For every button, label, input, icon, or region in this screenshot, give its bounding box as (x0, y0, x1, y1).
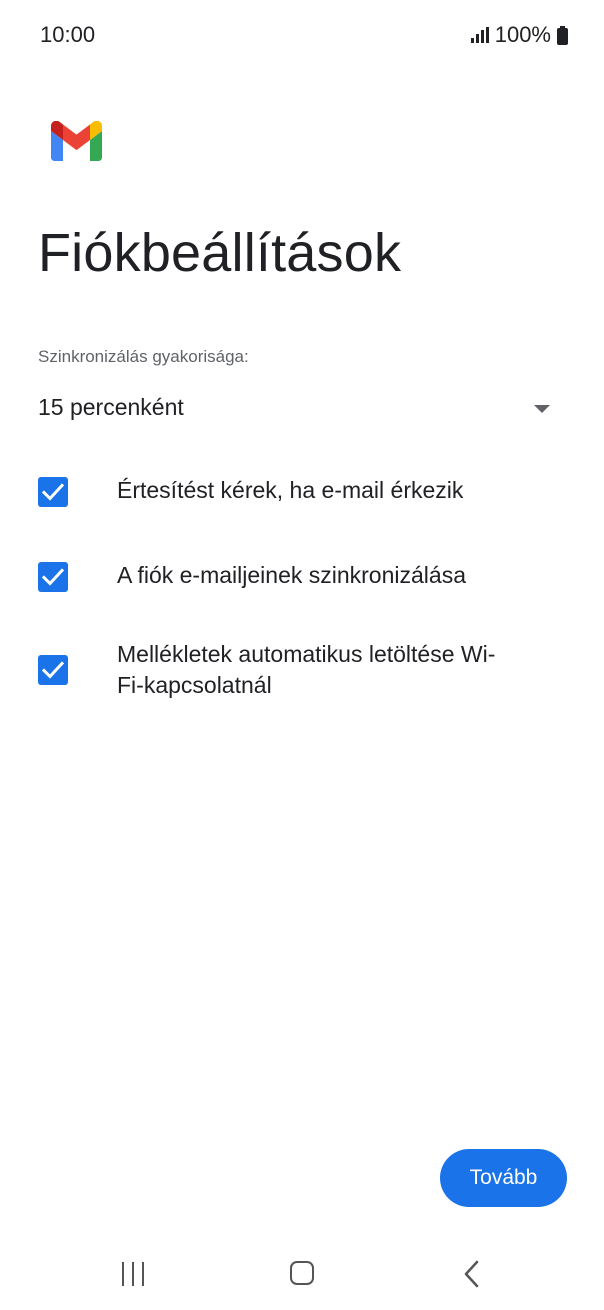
checkbox-notify-new-email[interactable] (38, 477, 68, 507)
sync-frequency-dropdown[interactable]: 15 percenként (38, 388, 554, 432)
checkmark-icon (42, 483, 64, 501)
option-label: Értesítést kérek, ha e-mail érkezik (117, 477, 464, 503)
option-notify-new-email[interactable]: Értesítést kérek, ha e-mail érkezik (38, 475, 558, 509)
recents-button[interactable] (93, 1240, 173, 1310)
next-button[interactable]: Tovább (440, 1149, 567, 1207)
battery-full-icon (557, 25, 568, 45)
home-button[interactable] (262, 1240, 342, 1310)
home-icon (290, 1261, 314, 1285)
status-bar: 10:00 100% (0, 0, 604, 70)
option-sync-account-email[interactable]: A fiók e-mailjeinek szinkronizálása (38, 560, 558, 594)
sync-frequency-value: 15 percenként (38, 394, 184, 420)
checkbox-auto-download-attachments[interactable] (38, 655, 68, 685)
sync-frequency-label: Szinkronizálás gyakorisága: (38, 347, 249, 366)
recents-icon (122, 1262, 146, 1286)
signal-bars-icon (470, 27, 489, 43)
checkbox-sync-account-email[interactable] (38, 562, 68, 592)
status-time: 10:00 (40, 22, 96, 47)
checkmark-icon (42, 568, 64, 586)
option-auto-download-attachments[interactable]: Mellékletek automatikus letöltése Wi-Fi-… (38, 639, 558, 703)
back-button[interactable] (432, 1240, 512, 1310)
option-label: Mellékletek automatikus letöltése Wi-Fi-… (117, 641, 496, 698)
back-icon (464, 1260, 479, 1288)
status-indicators: 100% (470, 22, 568, 48)
checkmark-icon (42, 661, 64, 679)
page-title: Fiókbeállítások (38, 223, 402, 283)
option-label: A fiók e-mailjeinek szinkronizálása (117, 562, 466, 588)
gmail-logo-icon (51, 121, 102, 161)
dropdown-arrow-icon (534, 405, 550, 413)
battery-percentage: 100% (494, 22, 551, 47)
system-nav-bar (0, 1240, 604, 1310)
